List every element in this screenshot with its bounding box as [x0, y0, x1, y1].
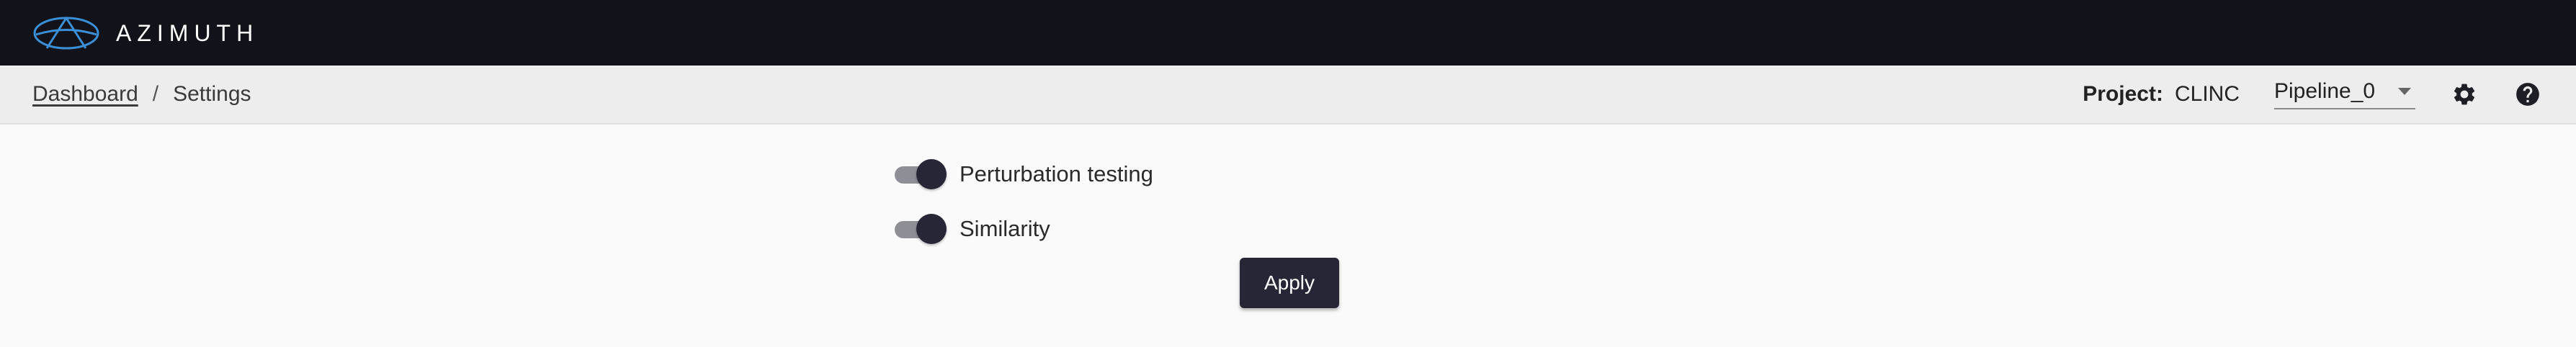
pipeline-select[interactable]: Pipeline_0 [2274, 79, 2415, 109]
switch-thumb [916, 159, 947, 189]
chevron-down-icon [2385, 88, 2411, 95]
breadcrumb-current-page: Settings [173, 82, 251, 106]
similarity-label: Similarity [960, 216, 1050, 241]
gear-icon [2454, 84, 2475, 105]
breadcrumb-dashboard-link[interactable]: Dashboard [32, 82, 138, 107]
breadcrumb-separator: / [152, 82, 159, 106]
breadcrumb: Dashboard / Settings [32, 82, 251, 107]
app-top-bar: AZIMUTH [0, 0, 2576, 66]
switch-thumb [916, 214, 947, 244]
perturbation-testing-toggle-row[interactable]: Perturbation testing [892, 159, 1153, 189]
settings-panel: Perturbation testing Similarity Apply [0, 126, 2576, 347]
pipeline-selected-value: Pipeline_0 [2274, 79, 2376, 103]
brand-name: AZIMUTH [116, 19, 259, 46]
project-label: Project: [2083, 82, 2163, 106]
apply-button[interactable]: Apply [1240, 258, 1339, 308]
help-circle-icon [2516, 83, 2539, 106]
perturbation-testing-label: Perturbation testing [960, 161, 1153, 186]
project-name: CLINC [2174, 82, 2240, 106]
azimuth-logo-icon [33, 17, 99, 49]
similarity-switch[interactable] [892, 214, 947, 244]
perturbation-testing-switch[interactable] [892, 159, 947, 189]
settings-button[interactable] [2448, 78, 2480, 110]
similarity-toggle-row[interactable]: Similarity [892, 214, 1050, 244]
project-controls: Project: CLINC Pipeline_0 [2083, 78, 2544, 110]
sub-header: Dashboard / Settings Project: CLINC Pipe… [0, 66, 2576, 125]
help-button[interactable] [2512, 78, 2544, 110]
